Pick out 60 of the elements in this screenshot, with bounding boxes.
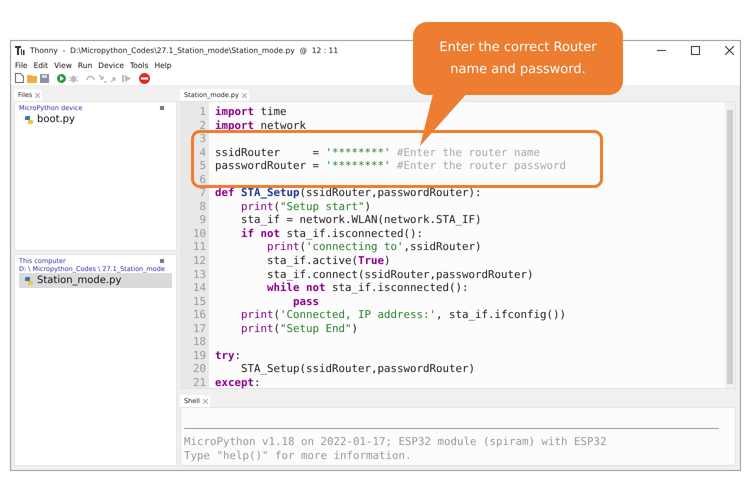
line-number: 7 [198, 186, 207, 200]
code-line: STA_Setup(ssidRouter,passwordRouter) [240, 362, 476, 376]
line-number: 3 [198, 132, 207, 146]
close-icon[interactable] [725, 46, 734, 54]
code-editor[interactable] [180, 101, 736, 389]
line-number: 15 [192, 294, 207, 308]
code-line: print('Connected, IP address:', sta_if.ifconfig()) [240, 308, 566, 322]
code-line: ssidRouter = '********' #Enter the router name [215, 146, 540, 159]
bug-icon[interactable] [69, 74, 78, 82]
code-line: passwordRouter = '********' #Enter the router password [215, 159, 566, 172]
code-line: while not sta_if.isconnected(): [266, 281, 469, 294]
code-line: sta_if = network.WLAN(network.STA_IF) [240, 213, 482, 226]
line-number: 17 [192, 322, 207, 336]
line-number: 1 [198, 105, 207, 119]
code-line: import time [215, 105, 287, 118]
code-line: sta_if.connect(ssidRouter,passwordRouter) [266, 268, 534, 281]
script-entry[interactable]: Station_mode.py [19, 273, 172, 288]
line-number: 18 [192, 335, 207, 349]
line-number: 4 [198, 146, 207, 160]
scrollbar[interactable] [725, 102, 735, 388]
stop-icon[interactable] [139, 72, 150, 84]
line-number: 2 [198, 118, 207, 132]
code-line: print("Setup start") [240, 200, 372, 213]
step-into-icon[interactable] [98, 74, 107, 82]
save-icon[interactable] [40, 74, 49, 82]
line-number: 11 [192, 240, 207, 254]
new-file-icon[interactable] [15, 73, 24, 83]
step-over-icon[interactable] [86, 74, 95, 82]
line-number: 16 [192, 308, 207, 322]
code-line: if not sta_if.isconnected(): [240, 226, 424, 240]
code-line: print("Setup End") [240, 322, 358, 335]
shell-output-line: Type "help()" for more information. [184, 448, 413, 462]
line-number: 21 [192, 376, 207, 390]
file-name: boot.py [37, 114, 75, 125]
code-line: sta_if.active(True) [266, 254, 391, 268]
file-name: Station_mode.py [37, 275, 122, 286]
line-number: 19 [192, 348, 207, 362]
maximize-icon[interactable] [691, 46, 700, 54]
line-number: 20 [192, 362, 207, 376]
python-file-icon [25, 116, 33, 124]
run-icon[interactable] [57, 74, 66, 82]
line-number: 13 [192, 268, 207, 282]
python-file-icon [25, 276, 33, 284]
app-logo-icon [15, 45, 25, 55]
line-number: 14 [192, 281, 207, 295]
code-line: import network [215, 118, 306, 132]
line-number: 10 [192, 226, 207, 240]
code-line: print('connecting to',ssidRouter) [266, 240, 482, 254]
line-number: 12 [192, 254, 207, 268]
code-line: pass [292, 294, 320, 308]
shell-output-line: MicroPython v1.18 on 2022-01-17; ESP32 module (spiram) with ESP32 [184, 435, 608, 448]
line-number: 8 [198, 200, 207, 214]
line-number: 5 [198, 159, 207, 173]
code-line: except: [215, 376, 261, 389]
line-number: 9 [198, 213, 207, 227]
line-number: 6 [198, 172, 207, 186]
resume-icon[interactable] [122, 74, 131, 82]
code-line: try: [215, 348, 242, 362]
script-entry[interactable]: boot.py [19, 112, 172, 127]
code-line: def STA_Setup(ssidRouter,passwordRouter): [215, 186, 482, 200]
